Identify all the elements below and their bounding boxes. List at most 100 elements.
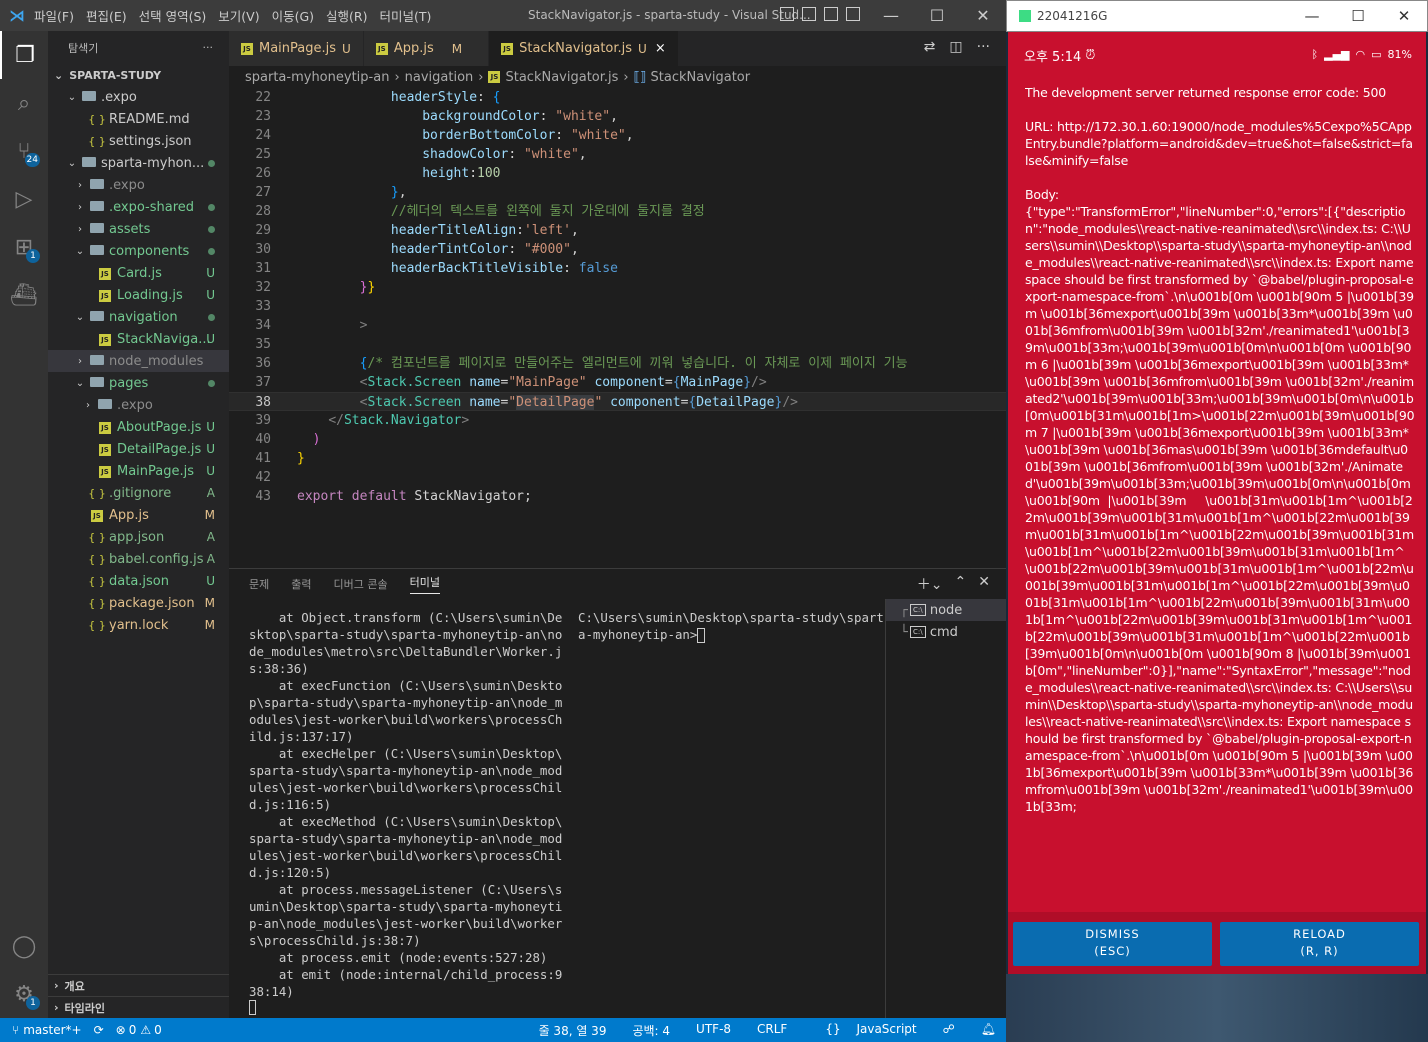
folder-item[interactable]: ⌄ navigation xyxy=(48,306,229,328)
code-line: 31 headerBackTitleVisible: false xyxy=(229,259,1006,278)
toggle-sidebar-icon[interactable] xyxy=(780,7,794,21)
folder-item[interactable]: › .expo xyxy=(48,174,229,196)
search-icon[interactable]: ⌕ xyxy=(0,79,48,127)
file-item[interactable]: JS Loading.js U xyxy=(48,284,229,306)
settings-gear-icon[interactable]: ⚙ 1 xyxy=(0,970,48,1018)
breadcrumb-item[interactable]: StackNavigator.js xyxy=(505,70,618,85)
file-item[interactable]: JS StackNaviga... U xyxy=(48,328,229,350)
minimize-icon[interactable]: — xyxy=(868,0,914,31)
code-editor[interactable]: 22 headerStyle: {23 backgroundColor: "wh… xyxy=(229,88,1006,568)
compare-changes-icon[interactable]: ⇄ xyxy=(924,39,936,55)
terminal-cursor-left xyxy=(249,1000,256,1019)
file-item[interactable]: JS DetailPage.js U xyxy=(48,438,229,460)
terminal-prompt: C:\Users\sumin\Desktop\sparta-study\spar… xyxy=(578,610,884,642)
panel-tab[interactable]: 문제 xyxy=(249,576,269,592)
tab-app[interactable]: JS App.js M xyxy=(363,31,490,66)
split-editor-icon[interactable]: ◫ xyxy=(949,39,962,55)
timeline-section[interactable]: › 타임라인 xyxy=(48,996,229,1018)
tab-stacknavigator[interactable]: JS StackNavigator.js U × xyxy=(489,31,679,66)
reload-button[interactable]: RELOAD (R, R) xyxy=(1220,922,1419,966)
panel-tab[interactable]: 출력 xyxy=(291,576,311,592)
file-item[interactable]: { } babel.config.js A xyxy=(48,548,229,570)
menu-item[interactable]: 실행(R) xyxy=(326,9,367,24)
feedback-icon[interactable]: ☍ xyxy=(943,1022,955,1039)
dismiss-button[interactable]: DISMISS (ESC) xyxy=(1013,922,1212,966)
line-number: 26 xyxy=(255,166,271,181)
line-number: 25 xyxy=(255,147,271,162)
close-icon[interactable]: ✕ xyxy=(960,0,1006,31)
outline-section[interactable]: › 개요 xyxy=(48,974,229,996)
language-mode[interactable]: {} JavaScript xyxy=(813,1022,916,1039)
file-item[interactable]: { } package.json M xyxy=(48,592,229,614)
docker-icon[interactable]: ⛴ xyxy=(0,271,48,319)
source-control-icon[interactable]: ⑂ 24 xyxy=(0,127,48,175)
file-item[interactable]: { } app.json A xyxy=(48,526,229,548)
terminal-item-node[interactable]: ┌ C:\ node xyxy=(886,599,1006,621)
sync-icon[interactable]: ⟳ xyxy=(94,1023,104,1037)
folder-item[interactable]: ⌄ pages xyxy=(48,372,229,394)
maximize-icon[interactable]: ☐ xyxy=(1335,1,1381,31)
panel-tab[interactable]: 터미널 xyxy=(409,574,440,594)
file-item[interactable]: JS AboutPage.js U xyxy=(48,416,229,438)
line-number: 37 xyxy=(255,375,271,390)
tab-close-icon[interactable]: × xyxy=(655,41,666,56)
warning-count[interactable]: 0 xyxy=(154,1023,162,1037)
file-item[interactable]: JS App.js M xyxy=(48,504,229,526)
encoding[interactable]: UTF-8 xyxy=(696,1022,731,1039)
run-debug-icon[interactable]: ▷ xyxy=(0,175,48,223)
customize-layout-icon[interactable] xyxy=(846,7,860,21)
panel-tab[interactable]: 디버그 콘솔 xyxy=(334,576,388,592)
breadcrumb-item[interactable]: sparta-myhoneytip-an xyxy=(245,70,389,85)
git-status: U xyxy=(206,420,215,434)
maximize-icon[interactable]: ☐ xyxy=(914,0,960,31)
folder-item[interactable]: › assets xyxy=(48,218,229,240)
menu-item[interactable]: 편집(E) xyxy=(86,9,127,24)
more-actions-icon[interactable]: ··· xyxy=(977,39,990,55)
breadcrumb-item[interactable]: navigation xyxy=(405,70,474,85)
terminal-output-node[interactable]: at Object.transform (C:\Users\sumin\De s… xyxy=(249,609,562,1000)
menu-item[interactable]: 이동(G) xyxy=(272,9,314,24)
folder-item[interactable]: ⌄ sparta-myhon... xyxy=(48,152,229,174)
extensions-icon[interactable]: ⊞ 1 xyxy=(0,223,48,271)
file-item[interactable]: { } yarn.lock M xyxy=(48,614,229,636)
notifications-bell-icon[interactable]: 🔔︎ xyxy=(981,1022,996,1039)
minimize-icon[interactable]: — xyxy=(1289,1,1335,31)
terminal-item-cmd[interactable]: └ C:\ cmd xyxy=(886,621,1006,643)
git-branch[interactable]: master*+ xyxy=(23,1023,81,1037)
file-item[interactable]: JS MainPage.js U xyxy=(48,460,229,482)
end-of-line[interactable]: CRLF xyxy=(757,1022,787,1039)
file-type-icon: { } xyxy=(88,486,106,500)
workspace-root[interactable]: ⌄ SPARTA-STUDY xyxy=(48,64,229,86)
file-item[interactable]: { } data.json U xyxy=(48,570,229,592)
menu-item[interactable]: 선택 영역(S) xyxy=(139,9,207,24)
file-item[interactable]: { } settings.json xyxy=(48,130,229,152)
cursor-position[interactable]: 줄 38, 열 39 xyxy=(539,1022,607,1039)
indentation[interactable]: 공백: 4 xyxy=(632,1022,670,1039)
toggle-panel-icon[interactable] xyxy=(802,7,816,21)
breadcrumb-item[interactable]: StackNavigator xyxy=(651,70,751,85)
close-icon[interactable]: ✕ xyxy=(1381,1,1427,31)
folder-item[interactable]: › .expo xyxy=(48,394,229,416)
file-item[interactable]: { } README.md xyxy=(48,108,229,130)
terminal-output-cmd[interactable]: C:\Users\sumin\Desktop\sparta-study\spar… xyxy=(578,609,884,643)
file-item[interactable]: JS Card.js U xyxy=(48,262,229,284)
chevron-right-icon: › xyxy=(78,201,82,213)
folder-item[interactable]: ⌄ .expo xyxy=(48,86,229,108)
close-panel-icon[interactable]: ✕ xyxy=(978,574,990,594)
menu-item[interactable]: 터미널(T) xyxy=(380,9,432,24)
toggle-secondary-sidebar-icon[interactable] xyxy=(824,7,838,21)
menu-item[interactable]: 보기(V) xyxy=(218,9,259,24)
folder-item[interactable]: › .expo-shared xyxy=(48,196,229,218)
account-icon[interactable]: ◯ xyxy=(0,922,48,970)
new-terminal-icon[interactable]: ＋⌄ xyxy=(917,574,943,594)
file-item[interactable]: { } .gitignore A xyxy=(48,482,229,504)
tab-mainpage[interactable]: JS MainPage.js U xyxy=(229,31,364,66)
folder-item[interactable]: ⌄ components xyxy=(48,240,229,262)
menu-item[interactable]: 파일(F) xyxy=(34,9,74,24)
folder-item[interactable]: › node_modules xyxy=(48,350,229,372)
error-count[interactable]: 0 xyxy=(129,1023,137,1037)
more-actions-icon[interactable]: ··· xyxy=(203,41,214,54)
maximize-panel-icon[interactable]: ⌃ xyxy=(955,574,967,594)
modified-dot-icon xyxy=(208,156,215,170)
explorer-icon[interactable]: ❐ xyxy=(0,31,48,79)
